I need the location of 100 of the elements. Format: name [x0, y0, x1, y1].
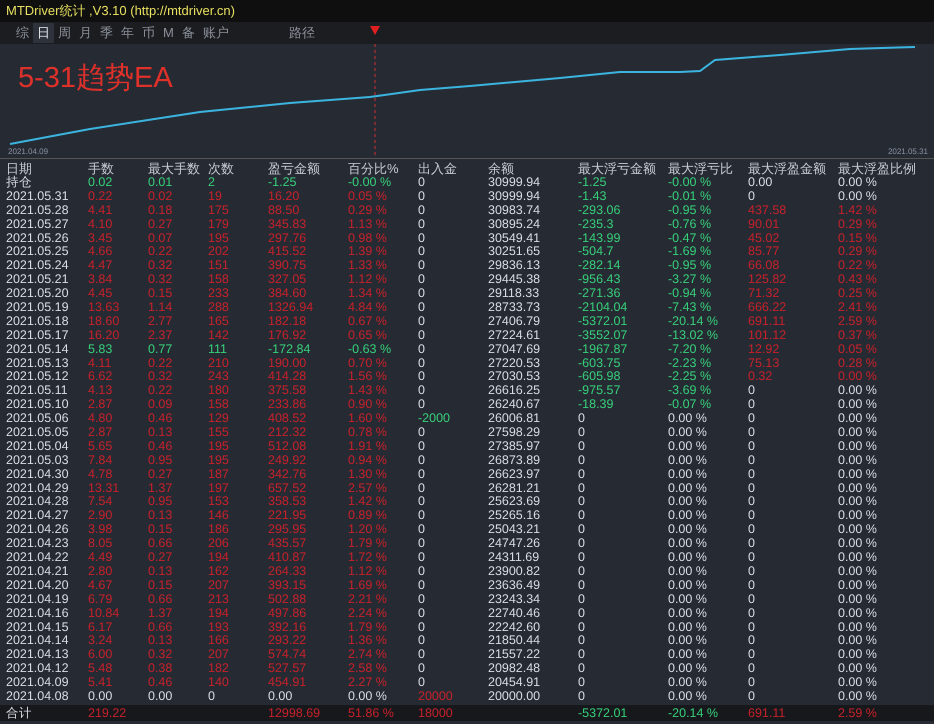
table-cell-text: 4.11	[88, 356, 112, 370]
table-cell-text: 288	[208, 301, 230, 315]
table-cell-text: 0	[418, 564, 426, 579]
table-cell-text: 0.29 %	[348, 204, 388, 218]
table-cell-text: 4.41	[88, 204, 114, 218]
table-cell-text: 197	[208, 482, 230, 496]
table-cell-text: 0.37 %	[838, 328, 878, 343]
table-cell-text: 0.15	[148, 523, 174, 538]
tab[interactable]: 币	[138, 23, 159, 43]
table-cell-text: 0	[418, 606, 426, 621]
table-cell-text: 3.84	[88, 273, 114, 288]
table-cell-text: 162	[208, 564, 230, 579]
tab[interactable]: 月	[75, 23, 96, 43]
table-cell-text: 16.20	[268, 190, 300, 204]
table-cell-text: 691.11	[748, 704, 786, 721]
table-cell-text: 0.32	[148, 370, 174, 384]
table-cell-text: 18000	[418, 704, 454, 721]
table-cell-text: 0.00 %	[838, 412, 878, 426]
table-cell-text: 190.00	[268, 356, 308, 370]
table-cell-text: 0.15 %	[838, 232, 878, 246]
table-cell-text: 0	[418, 509, 426, 524]
tab[interactable]: 综	[12, 23, 33, 43]
table-cell-text: 410.87	[268, 551, 308, 565]
table-cell-text: 182.18	[268, 314, 308, 329]
table-cell-text: 221.95	[268, 509, 308, 524]
table-cell-text: 0	[578, 676, 586, 690]
table-cell-text: 0.00 %	[668, 537, 708, 552]
table-cell-text: 2021.04.23	[6, 537, 70, 552]
table-cell-text: 0.22	[148, 356, 174, 370]
table-cell-text: 194	[208, 606, 230, 621]
table-cell-text: -3.69 %	[668, 384, 712, 398]
table-cell-text: 0	[748, 426, 756, 440]
table-cell-text: 0.00 %	[838, 509, 878, 524]
table-cell-text: 0	[418, 620, 426, 634]
table-cell-text: 207	[208, 648, 230, 662]
table-cell-text: 6.17	[88, 620, 114, 634]
table-cell-text: 0.00 %	[838, 176, 878, 190]
table-cell-text: 30999.94	[488, 176, 542, 190]
table-cell-text: 153	[208, 495, 230, 510]
table-cell-text: 22740.46	[488, 606, 542, 621]
table-cell-text: 24747.26	[488, 537, 542, 552]
table-cell-text: 1.79 %	[348, 620, 388, 634]
tab[interactable]: 账户	[198, 23, 233, 43]
table-cell-text: 243	[208, 370, 230, 384]
tab[interactable]: 备	[178, 23, 199, 43]
table-cell-text: 0.38	[148, 662, 174, 676]
table-cell-text: -2.25 %	[668, 370, 712, 384]
table-cell-text: 0	[748, 190, 756, 204]
table-cell-text: 2021.05.27	[6, 218, 70, 232]
table-cell-text: 1.91 %	[348, 440, 388, 454]
table-cell-text: 5.48	[88, 662, 114, 676]
table-cell-text: 0.00 %	[838, 564, 878, 579]
tab[interactable]: 年	[117, 23, 138, 43]
table-cell-text: 0	[748, 662, 756, 676]
table-cell-text: 0	[578, 468, 586, 482]
tab[interactable]: 日	[33, 23, 54, 43]
table-cell-text: 0.13	[148, 564, 174, 579]
table-cell-text: 176.92	[268, 328, 308, 343]
table-cell-text: 0	[418, 204, 426, 218]
table-cell-text: 2021.04.30	[6, 468, 70, 482]
table-cell-text: -5372.01	[578, 704, 628, 721]
table-cell-text: 0.00 %	[668, 592, 708, 607]
table-cell-text: 0.00 %	[668, 676, 708, 690]
table-cell-text: 23243.34	[488, 592, 542, 607]
table-cell-text: 1.79 %	[348, 537, 388, 552]
table-cell-text: 1.30 %	[348, 468, 388, 482]
table-cell-text: 2.24 %	[348, 606, 388, 621]
table-cell-text: 75.13	[748, 356, 780, 370]
table-cell-text: 0.00 %	[838, 592, 878, 607]
table-cell-text: 1326.94	[268, 301, 314, 315]
table-cell-text: 0	[748, 509, 756, 524]
tab[interactable]: 周	[54, 23, 75, 43]
table-cell-text: 0.13	[148, 509, 174, 524]
table-cell-text: 0	[418, 662, 426, 676]
table-cell-text: 27030.53	[488, 370, 542, 384]
table-cell-text: 0	[578, 564, 586, 579]
table-cell-text: 2.80	[88, 564, 114, 579]
table-cell-text: 182	[208, 662, 230, 676]
table-cell-text: 384.60	[268, 287, 308, 302]
table-cell-text: 0.22 %	[838, 259, 878, 274]
table-cell-text: 27406.79	[488, 314, 542, 329]
table-cell-text: -0.00 %	[668, 176, 712, 190]
table-cell-text: 175	[208, 204, 230, 218]
tab[interactable]: 路径	[284, 23, 319, 43]
table-cell-text: 375.58	[268, 384, 308, 398]
tab[interactable]: M	[159, 23, 178, 43]
table-cell-text: -172.84	[268, 342, 312, 357]
table-cell-text: 233.86	[268, 398, 308, 412]
table-cell-text: 0	[748, 564, 756, 579]
table-cell-text: 0	[748, 398, 756, 412]
table-cell-text: 0.95	[148, 454, 174, 468]
table-cell-text: 0.46	[148, 440, 174, 454]
table-cell-text: -0.47 %	[668, 232, 712, 246]
table-cell-text: 0.00 %	[838, 523, 878, 538]
table-cell-text: 0.00 %	[838, 398, 878, 412]
chart-title: 5-31趋势EA	[18, 61, 173, 96]
table-cell-text: 342.76	[268, 468, 308, 482]
column-header: 日期	[6, 161, 33, 176]
tab[interactable]: 季	[96, 23, 117, 43]
table-cell-text: 1.37	[148, 606, 174, 621]
